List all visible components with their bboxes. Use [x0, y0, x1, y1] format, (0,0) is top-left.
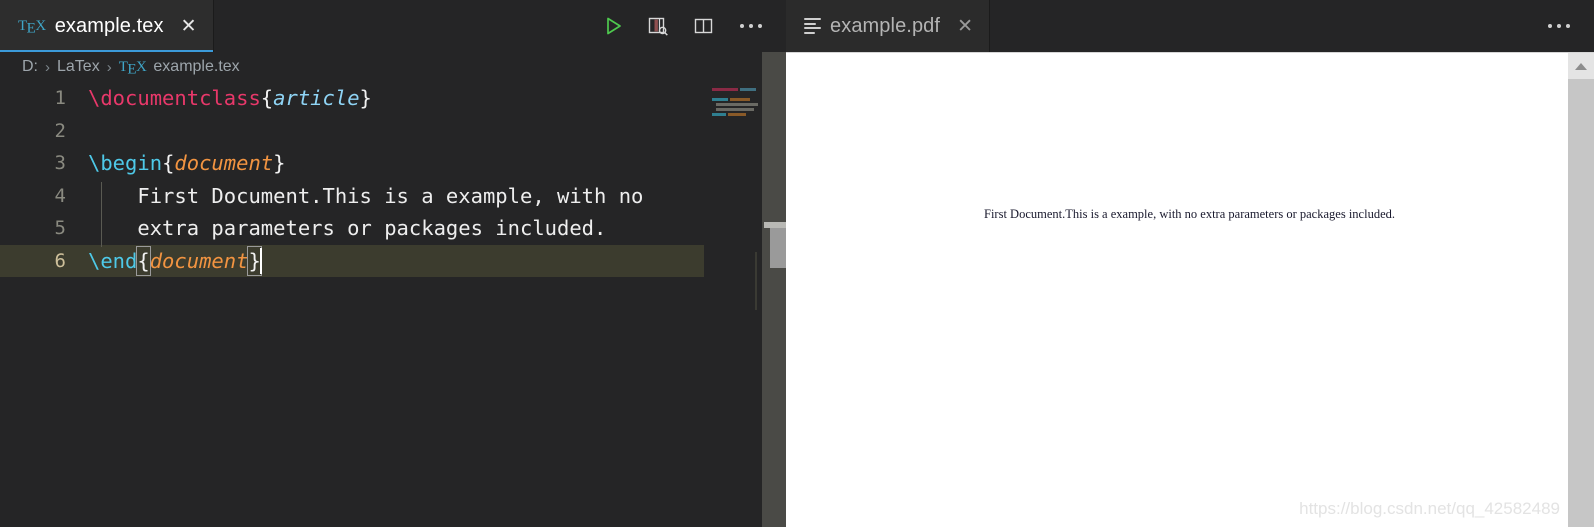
pdf-toolbar — [1546, 0, 1594, 52]
split-editor-icon[interactable] — [692, 14, 716, 38]
code-token: { — [260, 86, 274, 111]
editor-group: TEX example.tex ✕ D: › LaTex › TEX examp… — [0, 0, 786, 527]
code-token: \end — [88, 248, 138, 273]
text-cursor — [259, 247, 262, 274]
editor-edge-marker — [755, 252, 757, 310]
line-number: 4 — [54, 184, 66, 207]
code-lines[interactable]: 1 \documentclass{article} 2 3 \begin{documen… — [0, 82, 786, 527]
code-token: extra parameters or packages included. — [88, 216, 607, 241]
code-token: First Document.This is a example, with n… — [88, 183, 644, 208]
breadcrumb-file[interactable]: example.tex — [153, 58, 239, 76]
line-content: \begin{document} — [88, 151, 786, 175]
vscode-window: TEX example.tex ✕ D: › LaTex › TEX examp… — [0, 0, 1594, 527]
code-token: document — [149, 248, 249, 273]
close-icon[interactable]: ✕ — [179, 17, 199, 36]
play-icon[interactable] — [602, 15, 624, 37]
line-content: \end{document} — [88, 245, 786, 276]
line-content: extra parameters or packages included. — [88, 216, 786, 240]
line-number: 3 — [54, 152, 66, 175]
code-token: document — [174, 151, 274, 176]
tex-icon: TEX — [118, 58, 147, 77]
pdf-tab-bar: example.pdf ✕ — [786, 0, 1594, 52]
pdf-preview-group: example.pdf ✕ First Document.This is a e… — [786, 0, 1594, 527]
pdf-viewer[interactable]: First Document.This is a example, with n… — [786, 52, 1594, 527]
editor-toolbar — [602, 0, 786, 52]
code-line[interactable]: 2 — [0, 115, 786, 148]
chevron-right-icon: › — [45, 58, 50, 76]
line-number: 2 — [54, 119, 66, 142]
code-line[interactable]: 6 \end{document} — [0, 244, 786, 277]
tab-label: example.pdf — [830, 14, 941, 37]
line-content: \documentclass{article} — [88, 86, 786, 110]
code-line[interactable]: 1 \documentclass{article} — [0, 82, 786, 115]
pdf-paragraph: First Document.This is a example, with n… — [984, 207, 1395, 221]
tab-example-pdf[interactable]: example.pdf ✕ — [786, 0, 991, 52]
pdf-search-icon[interactable] — [646, 14, 670, 38]
line-number: 1 — [54, 87, 66, 110]
pdf-page: First Document.This is a example, with n… — [786, 53, 1568, 527]
ellipsis-icon[interactable] — [738, 21, 764, 31]
code-token: } — [273, 151, 286, 176]
code-line[interactable]: 4 First Document.This is a example, with… — [0, 180, 786, 213]
code-token: \begin — [88, 151, 163, 176]
code-token: { — [162, 151, 175, 176]
code-token: } — [359, 86, 372, 111]
breadcrumb: D: › LaTex › TEX example.tex — [0, 52, 786, 82]
line-number: 6 — [54, 249, 66, 272]
chevron-up-icon — [1575, 62, 1587, 70]
line-number: 5 — [54, 217, 66, 240]
indent-guide — [101, 181, 102, 247]
chevron-right-icon: › — [106, 58, 112, 76]
tex-icon: TEX — [18, 17, 46, 36]
pdf-panel-scroll-thumb[interactable] — [770, 228, 787, 268]
code-token: article — [273, 86, 360, 111]
breadcrumb-folder[interactable]: LaTex — [57, 58, 100, 76]
code-token: { — [136, 245, 151, 276]
code-line[interactable]: 5 extra parameters or packages included. — [0, 212, 786, 245]
editor-tab-bar: TEX example.tex ✕ — [0, 0, 786, 52]
line-content: First Document.This is a example, with n… — [88, 184, 786, 208]
pdf-scrollbar[interactable] — [1568, 53, 1594, 527]
tab-example-tex[interactable]: TEX example.tex ✕ — [0, 0, 214, 52]
document-lines-icon — [804, 18, 821, 34]
tab-label: example.tex — [54, 14, 164, 37]
breadcrumb-drive[interactable]: D: — [22, 58, 38, 76]
code-editor[interactable]: 1 \documentclass{article} 2 3 \begin{documen… — [0, 82, 786, 527]
pdf-panel-scroll-track[interactable] — [762, 52, 786, 527]
code-line[interactable]: 3 \begin{document} — [0, 147, 786, 180]
close-icon[interactable]: ✕ — [955, 17, 975, 36]
code-token: \documentclass — [88, 86, 261, 111]
scroll-up-button[interactable] — [1568, 53, 1594, 79]
ellipsis-icon[interactable] — [1546, 21, 1572, 31]
